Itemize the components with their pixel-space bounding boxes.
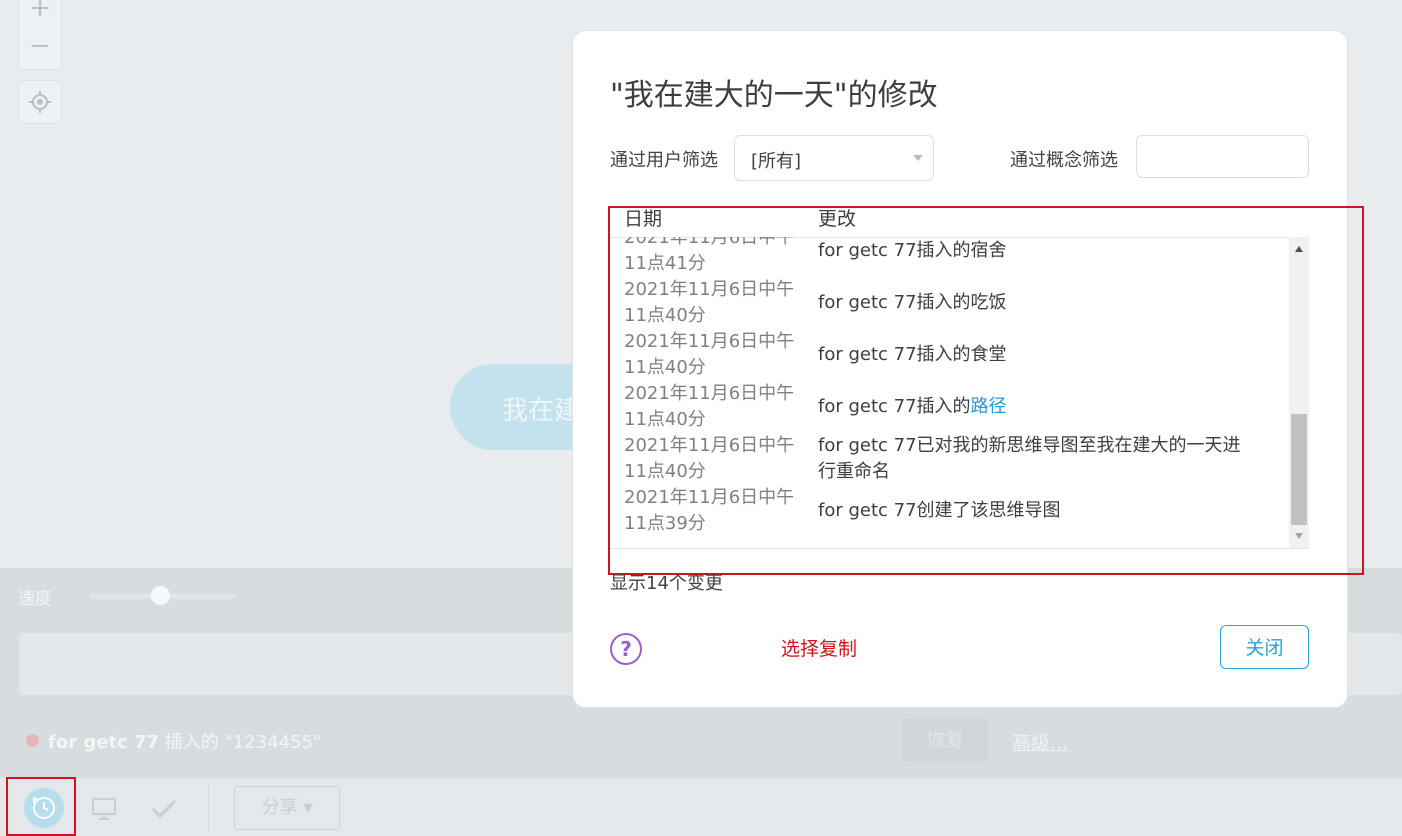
dialog-title: "我在建大的一天"的修改 [610,78,938,113]
center-map-button[interactable] [18,80,62,124]
status-action: 插入的 "1234455" [164,732,322,753]
restore-button[interactable]: 恢复 [902,718,988,762]
speed-slider-handle[interactable] [151,586,170,605]
help-icon[interactable]: ? [610,633,642,665]
toolbar-divider [208,784,209,832]
annotation-text: 选择复制 [781,638,858,660]
check-icon[interactable] [150,796,178,822]
filter-user-select[interactable]: [所有] [734,135,934,181]
history-status: for getc 77 插入的 "1234455" [48,728,321,754]
changes-table-highlight [608,206,1364,575]
zoom-out-button[interactable]: − [19,27,61,65]
share-button[interactable]: 分享 ▾ [234,786,340,830]
close-button[interactable]: 关闭 [1220,625,1309,669]
status-dot-icon [26,734,39,747]
history-button-highlight [6,777,76,836]
zoom-in-button[interactable]: + [19,0,61,27]
change-count: 显示14个变更 [610,573,723,594]
filter-concept-label: 通过概念筛选 [1010,150,1118,171]
filter-user-value: [所有] [751,151,802,172]
status-user: for getc 77 [48,732,160,753]
mind-node-label: 我在建 [502,396,581,426]
locate-icon [29,91,51,113]
dropdown-caret-icon [913,155,923,161]
filter-user-label: 通过用户筛选 [610,150,718,171]
bottom-toolbar [0,778,1402,836]
filter-concept-input[interactable] [1136,135,1309,178]
zoom-controls: + − [18,0,62,70]
advanced-link[interactable]: 高级... [1012,728,1068,755]
presentation-icon[interactable] [90,796,118,822]
speed-label: 速度 [18,589,52,609]
